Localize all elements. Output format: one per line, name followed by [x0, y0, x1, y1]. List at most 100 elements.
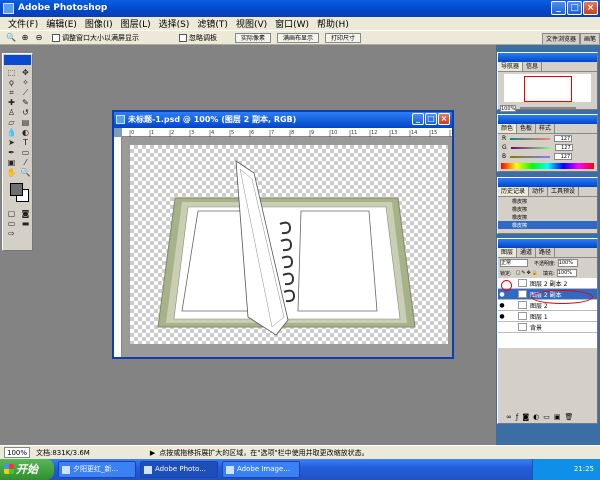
history-item[interactable]: 橡皮擦: [498, 213, 597, 221]
path-select-icon[interactable]: ➤: [5, 138, 18, 147]
actions-tab[interactable]: 动作: [529, 187, 549, 196]
stamp-tool-icon[interactable]: ♙: [5, 108, 18, 117]
type-tool-icon[interactable]: T: [19, 138, 32, 147]
color-tab[interactable]: 颜色: [498, 124, 518, 133]
zoom-in-icon[interactable]: ⊕: [20, 33, 30, 43]
color-b-value[interactable]: 127: [554, 153, 573, 160]
brush-tool-icon[interactable]: ✎: [19, 98, 32, 107]
maximize-button[interactable]: □: [567, 1, 582, 15]
history-item[interactable]: 橡皮擦: [498, 205, 597, 213]
layers-tab[interactable]: 图层: [498, 248, 518, 257]
history-item-selected[interactable]: 橡皮擦: [498, 221, 597, 229]
color-g-value[interactable]: 127: [554, 144, 573, 151]
navigator-preview[interactable]: [504, 74, 591, 102]
shape-tool-icon[interactable]: ▭: [19, 148, 32, 157]
menu-file[interactable]: 文件(F): [4, 17, 42, 30]
color-spectrum[interactable]: [501, 163, 594, 169]
visibility-eye-icon[interactable]: ●: [498, 313, 506, 320]
history-brush-icon[interactable]: ↺: [19, 108, 32, 117]
navigator-view-box[interactable]: [524, 76, 572, 102]
color-r-slider[interactable]: [510, 137, 551, 140]
tool-presets-tab[interactable]: 工具预设: [548, 187, 580, 196]
paths-tab[interactable]: 路径: [536, 248, 556, 257]
visibility-eye-icon[interactable]: ●: [498, 302, 506, 309]
color-swatches[interactable]: [3, 183, 32, 205]
menu-window[interactable]: 窗口(W): [271, 17, 313, 30]
minimize-button[interactable]: _: [551, 1, 566, 15]
layer-mask-icon[interactable]: ◙: [522, 413, 529, 421]
crop-tool-icon[interactable]: ⌗: [5, 88, 18, 97]
info-tab[interactable]: 信息: [523, 62, 543, 71]
history-item[interactable]: 橡皮擦: [498, 197, 597, 205]
menu-select[interactable]: 选择(S): [155, 17, 194, 30]
styles-tab[interactable]: 样式: [536, 124, 556, 133]
notes-tool-icon[interactable]: ▣: [5, 158, 18, 167]
opacity-field[interactable]: 100%: [557, 259, 578, 267]
zoom-tool-box-icon[interactable]: 🔍: [19, 168, 32, 177]
navigator-zoom-field[interactable]: 100%: [500, 104, 516, 112]
adjustment-layer-icon[interactable]: ◐: [533, 413, 539, 421]
delete-layer-icon[interactable]: 🗑: [564, 413, 573, 421]
eyedropper-tool-icon[interactable]: ⁄: [19, 158, 32, 167]
layer-style-icon[interactable]: ƒ: [516, 413, 518, 421]
new-layer-icon[interactable]: ▣: [554, 413, 561, 421]
blur-tool-icon[interactable]: 💧: [5, 128, 18, 137]
doc-maximize-button[interactable]: □: [425, 113, 437, 125]
image-canvas[interactable]: [130, 145, 448, 344]
menu-filter[interactable]: 滤镜(T): [193, 17, 232, 30]
history-tab[interactable]: 历史记录: [498, 187, 530, 196]
marquee-tool-icon[interactable]: ⬚: [5, 68, 18, 77]
gradient-tool-icon[interactable]: ▤: [19, 118, 32, 127]
lock-icons[interactable]: ▢✎✥🔒: [516, 270, 539, 276]
status-zoom-field[interactable]: 100%: [4, 447, 30, 458]
menu-layer[interactable]: 图层(L): [117, 17, 155, 30]
navigator-tab[interactable]: 导航器: [498, 62, 524, 71]
dodge-tool-icon[interactable]: ◐: [19, 128, 32, 137]
move-tool-icon[interactable]: ✥: [19, 68, 32, 77]
color-r-value[interactable]: 127: [554, 135, 573, 142]
taskbar-item-active[interactable]: Adobe Photo...: [140, 461, 218, 478]
screen-mode-1-icon[interactable]: ▭: [5, 219, 18, 228]
taskbar-item[interactable]: Adobe Image...: [222, 461, 300, 478]
hand-tool-icon[interactable]: ✋: [5, 168, 18, 177]
lasso-tool-icon[interactable]: ϙ: [5, 78, 18, 87]
navigator-zoom-slider[interactable]: [520, 107, 576, 109]
quickmask-mode-icon[interactable]: ◙: [19, 209, 32, 218]
menu-edit[interactable]: 编辑(E): [42, 17, 81, 30]
menu-help[interactable]: 帮助(H): [313, 17, 353, 30]
magic-wand-icon[interactable]: ✧: [19, 78, 32, 87]
doc-minimize-button[interactable]: _: [412, 113, 424, 125]
swatches-tab[interactable]: 色板: [517, 124, 537, 133]
print-size-button[interactable]: 打印尺寸: [325, 32, 362, 43]
link-layers-icon[interactable]: ∞: [506, 413, 512, 421]
visibility-eye-icon[interactable]: ●: [498, 291, 506, 298]
color-b-slider[interactable]: [510, 155, 551, 158]
layer-row[interactable]: ● 图层 1: [498, 311, 597, 322]
start-button[interactable]: 开始: [0, 459, 54, 480]
blend-mode-select[interactable]: 正常: [500, 259, 528, 267]
close-button[interactable]: ×: [583, 1, 598, 15]
zoom-tool-icon[interactable]: 🔍: [6, 33, 16, 43]
menu-image[interactable]: 图像(I): [81, 17, 117, 30]
fill-field[interactable]: 100%: [556, 269, 577, 277]
eraser-tool-icon[interactable]: ▱: [5, 118, 18, 127]
ignore-palettes-checkbox[interactable]: [179, 33, 187, 42]
layer-row[interactable]: 图层 2 副本 2: [498, 278, 597, 289]
resize-window-checkbox[interactable]: [52, 33, 60, 42]
menu-view[interactable]: 视图(V): [232, 17, 271, 30]
foreground-color-swatch[interactable]: [10, 183, 23, 196]
healing-brush-icon[interactable]: ✚: [5, 98, 18, 107]
fit-screen-button[interactable]: 满画布显示: [277, 32, 320, 43]
imageready-icon[interactable]: ⇨: [5, 229, 18, 238]
layer-row[interactable]: 背景: [498, 322, 597, 333]
file-browser-tab[interactable]: 文件浏览器: [541, 33, 580, 44]
slice-tool-icon[interactable]: ⟋: [19, 88, 32, 97]
standard-mode-icon[interactable]: ▢: [5, 209, 18, 218]
new-group-icon[interactable]: ▭: [543, 413, 550, 421]
actual-pixels-button[interactable]: 实际像素: [235, 32, 272, 43]
doc-close-button[interactable]: ×: [438, 113, 450, 125]
pen-tool-icon[interactable]: ✒: [5, 148, 18, 157]
channels-tab[interactable]: 通道: [517, 248, 537, 257]
brush-tab[interactable]: 画笔: [579, 33, 600, 44]
screen-mode-2-icon[interactable]: ▬: [19, 219, 32, 228]
